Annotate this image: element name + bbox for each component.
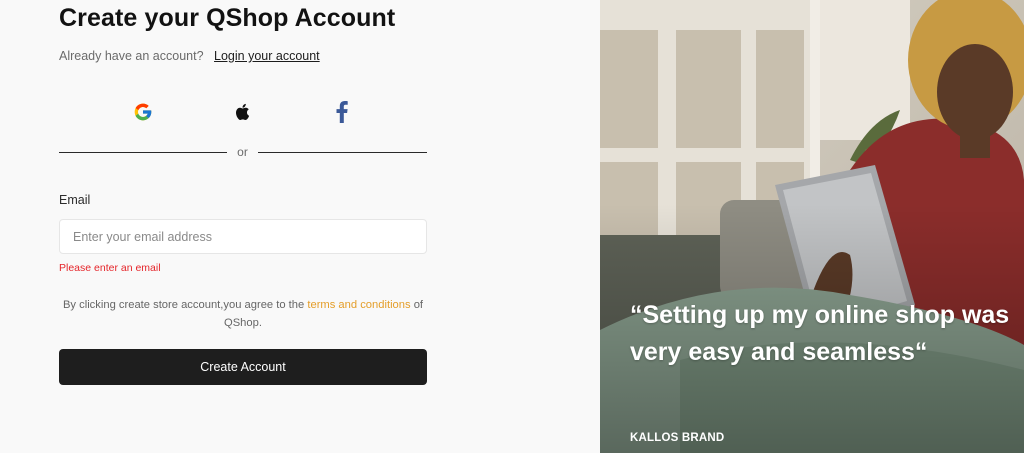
have-account-text: Already have an account? xyxy=(59,49,204,63)
signup-page: Create your QShop Account Already have a… xyxy=(0,0,1024,453)
email-input[interactable] xyxy=(59,219,427,254)
testimonial-photo xyxy=(600,0,1024,453)
testimonial-author: KALLOS BRAND xyxy=(630,432,725,444)
apple-icon xyxy=(235,103,249,120)
terms-notice: By clicking create store account,you agr… xyxy=(59,296,427,332)
divider-line-left xyxy=(59,152,227,153)
facebook-signup-button[interactable] xyxy=(330,100,354,124)
terms-prefix: By clicking create store account,you agr… xyxy=(62,299,308,311)
login-prompt: Already have an account? Login your acco… xyxy=(59,49,320,63)
google-icon xyxy=(134,103,152,121)
page-title: Create your QShop Account xyxy=(59,4,396,32)
divider-or: or xyxy=(237,145,248,159)
email-label: Email xyxy=(59,193,91,207)
testimonial-quote: “Setting up my online shop was very easy… xyxy=(630,301,1010,366)
facebook-icon xyxy=(336,101,348,123)
login-link[interactable]: Login your account xyxy=(214,49,320,63)
create-account-button[interactable]: Create Account xyxy=(59,349,427,385)
google-signup-button[interactable] xyxy=(131,100,155,124)
terms-link[interactable]: terms and conditions xyxy=(307,299,410,311)
email-error-message: Please enter an email xyxy=(59,262,161,274)
apple-signup-button[interactable] xyxy=(231,100,255,124)
divider-line-right xyxy=(258,152,427,153)
signup-form-panel: Create your QShop Account Already have a… xyxy=(0,0,600,453)
testimonial-panel: “Setting up my online shop was very easy… xyxy=(600,0,1024,453)
